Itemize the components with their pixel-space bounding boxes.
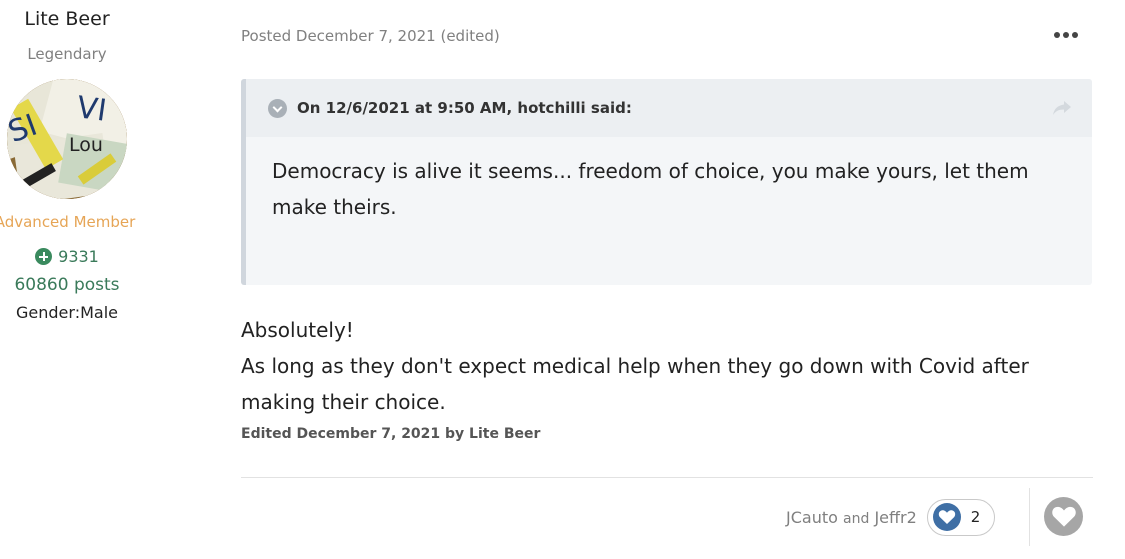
- gender: Gender:Male: [16, 303, 118, 322]
- author-title: Legendary: [27, 45, 107, 63]
- quote-text: Democracy is alive it seems... freedom o…: [272, 159, 1029, 219]
- member-group: Advanced Member: [0, 213, 136, 231]
- quote-header: On 12/6/2021 at 9:50 AM, hotchilli said:: [246, 79, 1092, 137]
- reaction-count: 2: [970, 508, 981, 526]
- avatar-text-2: VI: [75, 90, 109, 129]
- share-arrow-icon[interactable]: [1052, 100, 1072, 116]
- edited-note: Edited December 7, 2021 by Lite Beer: [241, 426, 541, 442]
- divider: [241, 477, 1093, 478]
- post-body: Absolutely! As long as they don't expect…: [241, 312, 1101, 420]
- plus-circle-icon: [35, 248, 53, 265]
- reaction-separator: [1029, 488, 1030, 546]
- quote-citation[interactable]: On 12/6/2021 at 9:50 AM, hotchilli said:: [297, 99, 632, 117]
- heart-icon: [932, 503, 961, 531]
- avatar[interactable]: SI VI Lou: [7, 79, 127, 199]
- like-button[interactable]: [1044, 497, 1083, 536]
- reactor-link[interactable]: Jeffr2: [874, 508, 916, 527]
- heart-icon: [1051, 506, 1076, 527]
- post-line: Absolutely!: [241, 318, 354, 342]
- reactor-and: and: [843, 510, 870, 527]
- post-line: As long as they don't expect medical hel…: [241, 354, 1029, 414]
- reactors: JCauto and Jeffr2: [786, 508, 917, 527]
- reputation: 9331: [0, 247, 134, 266]
- avatar-image: SI VI Lou: [7, 79, 127, 199]
- author-name[interactable]: Lite Beer: [0, 8, 134, 30]
- post-count[interactable]: 60860 posts: [0, 275, 134, 295]
- reactor-link[interactable]: JCauto: [786, 508, 838, 527]
- chevron-down-icon[interactable]: [268, 98, 287, 118]
- ellipsis-icon[interactable]: [1054, 30, 1078, 40]
- reputation-count: 9331: [58, 247, 99, 266]
- reactions-bar: JCauto and Jeffr2 2: [786, 498, 996, 536]
- reaction-badge[interactable]: 2: [926, 498, 996, 536]
- avatar-text-3: Lou: [69, 134, 103, 156]
- post-meta[interactable]: Posted December 7, 2021 (edited): [241, 27, 500, 45]
- quote-block: On 12/6/2021 at 9:50 AM, hotchilli said:…: [241, 79, 1092, 285]
